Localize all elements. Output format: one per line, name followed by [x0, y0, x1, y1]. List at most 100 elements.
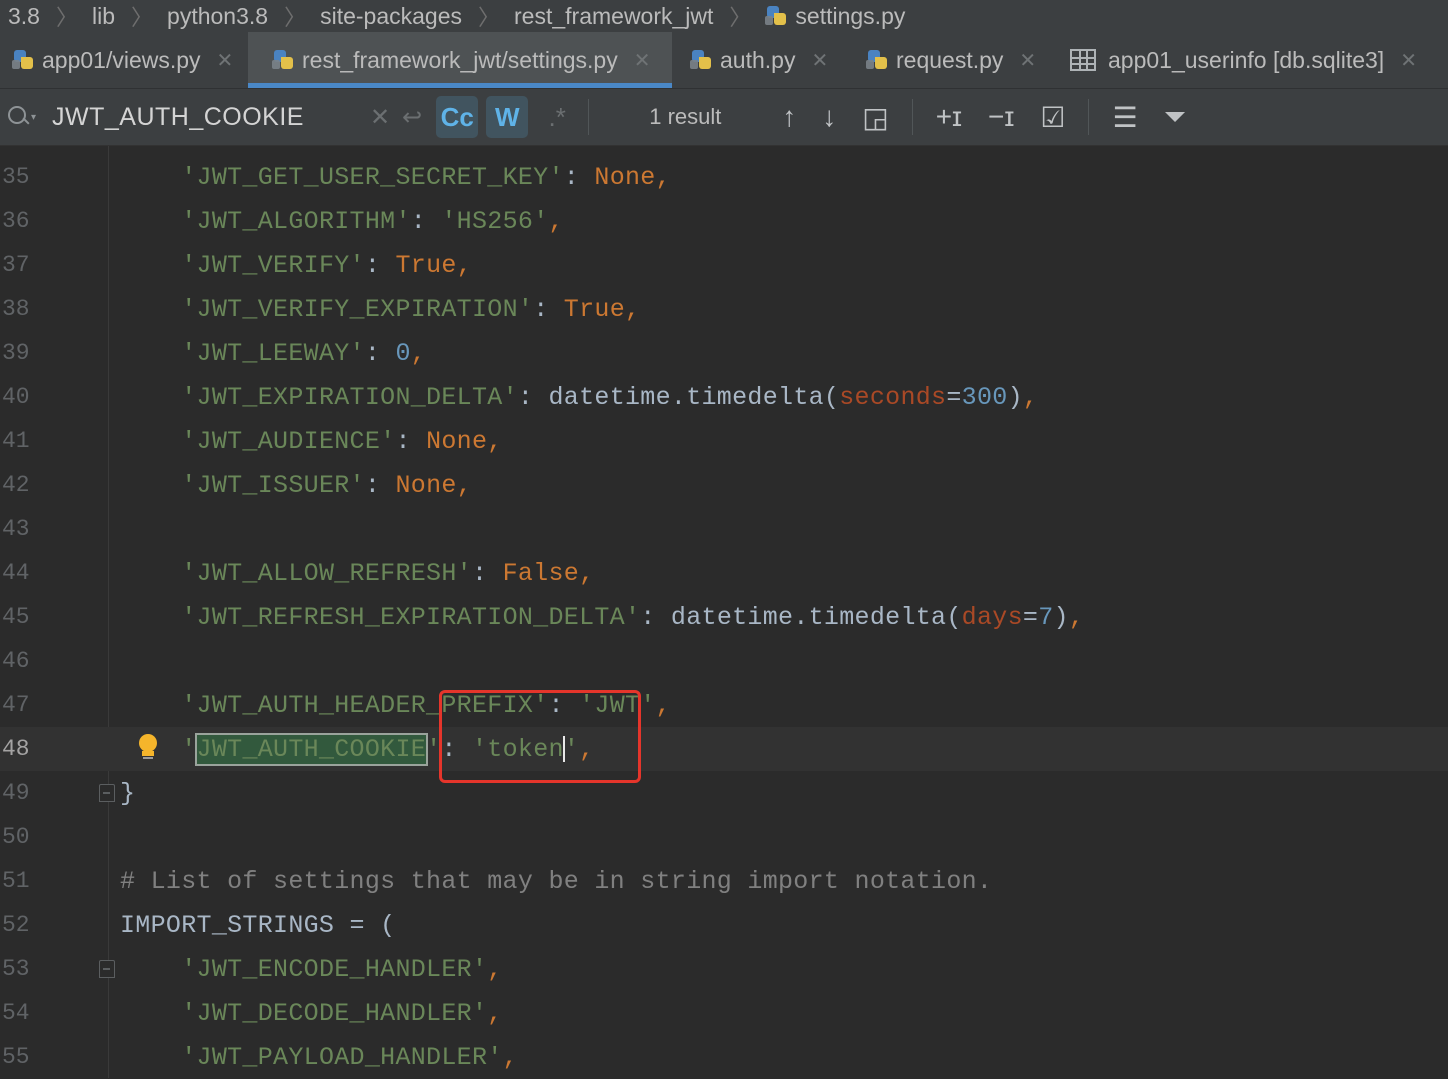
line-number: 41 — [2, 428, 30, 454]
breadcrumb-label: python3.8 — [167, 2, 269, 29]
code-line: 36 'JWT_ALGORITHM': 'HS256', — [2, 206, 564, 236]
close-icon[interactable]: ✕ — [811, 48, 828, 73]
breadcrumb-label: lib — [92, 2, 116, 29]
tab-userinfo-table[interactable]: app01_userinfo [db.sqlite3] ✕ — [1058, 32, 1448, 88]
breadcrumb-item[interactable]: rest_framework_jwt — [506, 3, 723, 30]
fold-marker-icon[interactable] — [99, 784, 115, 802]
dict-key: 'JWT_AUTH_HEADER_PREFIX' — [181, 690, 549, 720]
python-file-icon — [866, 49, 888, 71]
line-number: 46 — [2, 648, 30, 674]
filter-search-results-icon[interactable]: ☰ — [1112, 101, 1137, 134]
search-match-highlight: JWT_AUTH_COOKIE — [194, 732, 429, 766]
line-number: 50 — [2, 824, 30, 850]
close-icon[interactable]: ✕ — [1400, 48, 1417, 73]
regex-toggle[interactable]: .* — [536, 96, 578, 138]
chevron-right-icon: 〉 — [478, 5, 501, 30]
fold-marker-icon[interactable] — [99, 960, 115, 978]
chevron-right-icon: 〉 — [729, 5, 752, 30]
tab-label: app01_userinfo [db.sqlite3] — [1108, 46, 1385, 73]
line-number: 51 — [2, 868, 30, 894]
line-number: 42 — [2, 472, 30, 498]
search-input[interactable] — [50, 101, 364, 133]
search-icon[interactable]: ▾ — [4, 102, 42, 132]
remove-occurrence-icon[interactable]: −ɪ — [988, 101, 1014, 133]
filter-icon[interactable]: ⏷ — [1164, 101, 1186, 134]
dict-value: 0 — [395, 338, 411, 368]
dict-value: 'JWT' — [579, 690, 656, 720]
breadcrumb-label: settings.py — [795, 2, 906, 29]
closing-brace: } — [120, 778, 136, 808]
assignment-statement: IMPORT_STRINGS = ( — [120, 910, 396, 940]
tab-request-py[interactable]: request.py ✕ — [848, 32, 1058, 88]
open-in-window-icon[interactable]: ◲ — [862, 101, 888, 134]
code-line: 43 — [0, 507, 1448, 551]
dict-key: 'JWT_ISSUER' — [181, 470, 365, 500]
tab-settings-py[interactable]: rest_framework_jwt/settings.py ✕ — [248, 32, 672, 88]
line-number: 55 — [2, 1044, 30, 1070]
tab-label: request.py — [896, 46, 1004, 73]
code-line: 44 'JWT_ALLOW_REFRESH': False, — [2, 558, 595, 588]
line-number: 52 — [2, 912, 30, 938]
code-line: 49 } — [0, 771, 1448, 815]
code-line: 41 'JWT_AUDIENCE': None, — [2, 426, 503, 456]
tab-label: app01/views.py — [42, 46, 201, 73]
code-editor[interactable]: 35 'JWT_GET_USER_SECRET_KEY': None, 36 '… — [0, 146, 1448, 1078]
python-file-icon — [12, 49, 34, 71]
close-icon[interactable]: ✕ — [217, 48, 234, 73]
chevron-right-icon: 〉 — [284, 5, 307, 30]
code-line: 45 'JWT_REFRESH_EXPIRATION_DELTA': datet… — [2, 602, 1085, 632]
dict-value: True — [395, 250, 457, 280]
breadcrumb-item[interactable]: python3.8 — [159, 3, 278, 30]
line-number: 35 — [2, 164, 30, 190]
select-all-occurrences-icon[interactable]: ☑ — [1040, 101, 1065, 134]
dict-value: None — [395, 470, 457, 500]
search-results-count: 1 result — [649, 104, 722, 129]
code-line: 37 'JWT_VERIFY': True, — [2, 250, 472, 280]
keyword-argument: days — [961, 602, 1023, 632]
new-line-icon[interactable]: ↩ — [402, 103, 422, 132]
number-literal: 7 — [1038, 602, 1054, 632]
code-line: 53 'JWT_ENCODE_HANDLER', — [2, 954, 503, 984]
number-literal: 300 — [961, 382, 1008, 412]
dict-key: 'JWT_LEEWAY' — [181, 338, 365, 368]
quote: ' — [563, 734, 580, 764]
line-number: 39 — [2, 340, 30, 366]
line-number: 53 — [2, 956, 30, 982]
words-toggle[interactable]: W — [486, 96, 529, 138]
add-occurrence-icon[interactable]: +ɪ — [936, 101, 962, 133]
line-number: 37 — [2, 252, 30, 278]
keyword-argument: seconds — [839, 382, 947, 412]
code-line: 40 'JWT_EXPIRATION_DELTA': datetime.time… — [2, 382, 1039, 412]
line-number: 45 — [2, 604, 30, 630]
tab-label: auth.py — [720, 46, 796, 73]
clear-search-icon[interactable]: ✕ — [370, 103, 390, 132]
code-line-current: 48 'JWT_AUTH_COOKIE': 'token', — [0, 727, 1448, 771]
code-line: 50 — [0, 815, 1448, 859]
breadcrumb-item[interactable]: settings.py — [757, 3, 915, 30]
tab-auth-py[interactable]: auth.py ✕ — [672, 32, 848, 88]
line-number: 40 — [2, 384, 30, 410]
tab-views-py[interactable]: app01/views.py ✕ — [0, 32, 248, 88]
arrow-down-icon[interactable]: ↓ — [822, 101, 836, 133]
string-literal: 'JWT_ENCODE_HANDLER' — [181, 954, 488, 984]
breadcrumb-item[interactable]: site-packages — [312, 3, 472, 30]
chevron-right-icon: 〉 — [55, 5, 78, 30]
dict-key: 'JWT_ALGORITHM' — [181, 206, 411, 236]
close-icon[interactable]: ✕ — [1019, 48, 1036, 73]
line-number: 43 — [2, 516, 30, 542]
line-number: 38 — [2, 296, 30, 322]
toolbar-divider — [1088, 99, 1090, 135]
line-number: 49 — [2, 780, 30, 806]
dict-value: 'token — [472, 734, 564, 764]
find-bar: ▾ ✕ ↩ Cc W .* 1 result ↑ ↓ ◲ +ɪ −ɪ ☑ ☰ ⏷ — [0, 89, 1448, 146]
code-line: 55 'JWT_PAYLOAD_HANDLER', — [2, 1042, 518, 1072]
breadcrumb-item[interactable]: 3.8 — [0, 3, 50, 30]
match-case-toggle[interactable]: Cc — [436, 96, 479, 138]
breadcrumb-item[interactable]: lib — [84, 3, 125, 30]
code-line: 38 'JWT_VERIFY_EXPIRATION': True, — [2, 294, 641, 324]
close-icon[interactable]: ✕ — [634, 48, 651, 73]
arrow-up-icon[interactable]: ↑ — [782, 101, 796, 133]
code-line: 54 'JWT_DECODE_HANDLER', — [2, 998, 503, 1028]
breadcrumb: 3.8 〉 lib 〉 python3.8 〉 site-packages 〉 … — [0, 0, 1448, 32]
line-number: 48 — [2, 736, 30, 762]
